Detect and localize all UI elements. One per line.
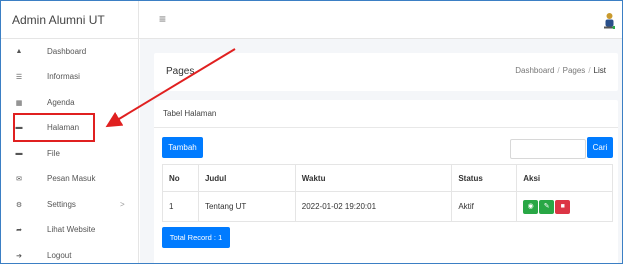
sidebar-item-agenda[interactable]: ▦ Agenda bbox=[1, 90, 139, 115]
cell-no: 1 bbox=[162, 191, 199, 222]
hamburger-icon[interactable]: ≡ bbox=[159, 12, 166, 26]
home-icon: ▲ bbox=[15, 48, 23, 55]
eye-icon: ◉ bbox=[527, 202, 534, 210]
gear-icon: ⚙ bbox=[15, 201, 23, 209]
sidebar-item-label: Lihat Website bbox=[47, 225, 96, 234]
sidebar-item-label: Dashboard bbox=[47, 47, 87, 56]
share-icon: ➦ bbox=[16, 226, 22, 234]
column-header-waktu: Waktu bbox=[294, 164, 453, 192]
view-button[interactable]: ◉ bbox=[523, 199, 539, 214]
envelope-icon: ✉ bbox=[16, 175, 22, 183]
add-button[interactable]: Tambah bbox=[162, 137, 203, 158]
sidebar-item-pesan-masuk[interactable]: ✉ Pesan Masuk bbox=[1, 166, 139, 191]
breadcrumb-dashboard[interactable]: Dashboard bbox=[515, 66, 554, 75]
sidebar-item-label: Pesan Masuk bbox=[47, 174, 96, 183]
sidebar-item-label: Informasi bbox=[47, 72, 80, 81]
cell-waktu: 2022-01-02 19:20:01 bbox=[294, 191, 453, 222]
chevron-right-icon[interactable]: > bbox=[120, 200, 125, 209]
delete-button[interactable]: ■ bbox=[555, 199, 571, 214]
breadcrumb-separator: / bbox=[557, 66, 560, 75]
sidebar-item-label: Logout bbox=[47, 251, 72, 260]
card-header: Tabel Halaman bbox=[154, 100, 618, 128]
sidebar-item-label: File bbox=[47, 149, 60, 158]
pages-table: No Judul Waktu Status Aksi 1 Tentang UT … bbox=[162, 164, 613, 222]
breadcrumb-list: List bbox=[593, 66, 606, 75]
page-title: Pages bbox=[166, 66, 195, 77]
search-input[interactable] bbox=[510, 139, 586, 159]
cell-judul: Tentang UT bbox=[197, 191, 296, 222]
cell-aksi: ◉ ✎ ■ bbox=[516, 191, 613, 222]
search-button[interactable]: Cari bbox=[587, 137, 613, 158]
user-icon[interactable] bbox=[604, 12, 615, 29]
calendar-icon: ▦ bbox=[15, 99, 23, 107]
column-header-aksi: Aksi bbox=[516, 164, 613, 192]
breadcrumb: Dashboard / Pages / List bbox=[515, 66, 606, 75]
sidebar-item-settings[interactable]: ⚙ Settings > bbox=[1, 192, 139, 217]
sidebar: ▲ Dashboard ☰ Informasi ▦ Agenda ▬ Halam… bbox=[1, 39, 139, 263]
breadcrumb-pages[interactable]: Pages bbox=[563, 66, 586, 75]
column-header-judul: Judul bbox=[197, 164, 296, 192]
table-header-row: No Judul Waktu Status Aksi bbox=[162, 164, 613, 192]
total-record-button[interactable]: Total Record : 1 bbox=[162, 227, 230, 248]
sign-out-icon: ➔ bbox=[16, 252, 22, 260]
trash-icon: ■ bbox=[560, 202, 565, 210]
annotation-highlight-box bbox=[13, 113, 95, 142]
table-row: 1 Tentang UT 2022-01-02 19:20:01 Aktif ◉… bbox=[162, 191, 613, 222]
cell-status: Aktif bbox=[451, 191, 518, 222]
brand-title[interactable]: Admin Alumni UT bbox=[1, 1, 139, 39]
main-content: Pages Dashboard / Pages / List Tabel Halaman… bbox=[140, 39, 622, 263]
top-navbar: Admin Alumni UT ≡ bbox=[1, 1, 622, 39]
column-header-no: No bbox=[162, 164, 199, 192]
edit-button[interactable]: ✎ bbox=[539, 199, 555, 214]
page-header: Pages Dashboard / Pages / List bbox=[154, 53, 618, 91]
column-header-status: Status bbox=[451, 164, 518, 192]
sidebar-item-informasi[interactable]: ☰ Informasi bbox=[1, 64, 139, 89]
card-title: Tabel Halaman bbox=[163, 109, 217, 118]
sidebar-item-label: Agenda bbox=[47, 98, 75, 107]
sidebar-item-lihat-website[interactable]: ➦ Lihat Website bbox=[1, 217, 139, 242]
app-window: Admin Alumni UT ≡ ▲ Dashboard ☰ Informas… bbox=[0, 0, 623, 264]
edit-icon: ✎ bbox=[543, 202, 550, 210]
folder-icon: ▬ bbox=[15, 150, 23, 157]
breadcrumb-separator: / bbox=[588, 66, 591, 75]
list-icon: ☰ bbox=[15, 73, 23, 81]
sidebar-item-logout[interactable]: ➔ Logout bbox=[1, 243, 139, 263]
sidebar-item-dashboard[interactable]: ▲ Dashboard bbox=[1, 39, 139, 64]
table-card: Tabel Halaman Tambah Cari No Judul Waktu… bbox=[154, 100, 618, 263]
sidebar-item-file[interactable]: ▬ File bbox=[1, 141, 139, 166]
sidebar-item-label: Settings bbox=[47, 200, 76, 209]
